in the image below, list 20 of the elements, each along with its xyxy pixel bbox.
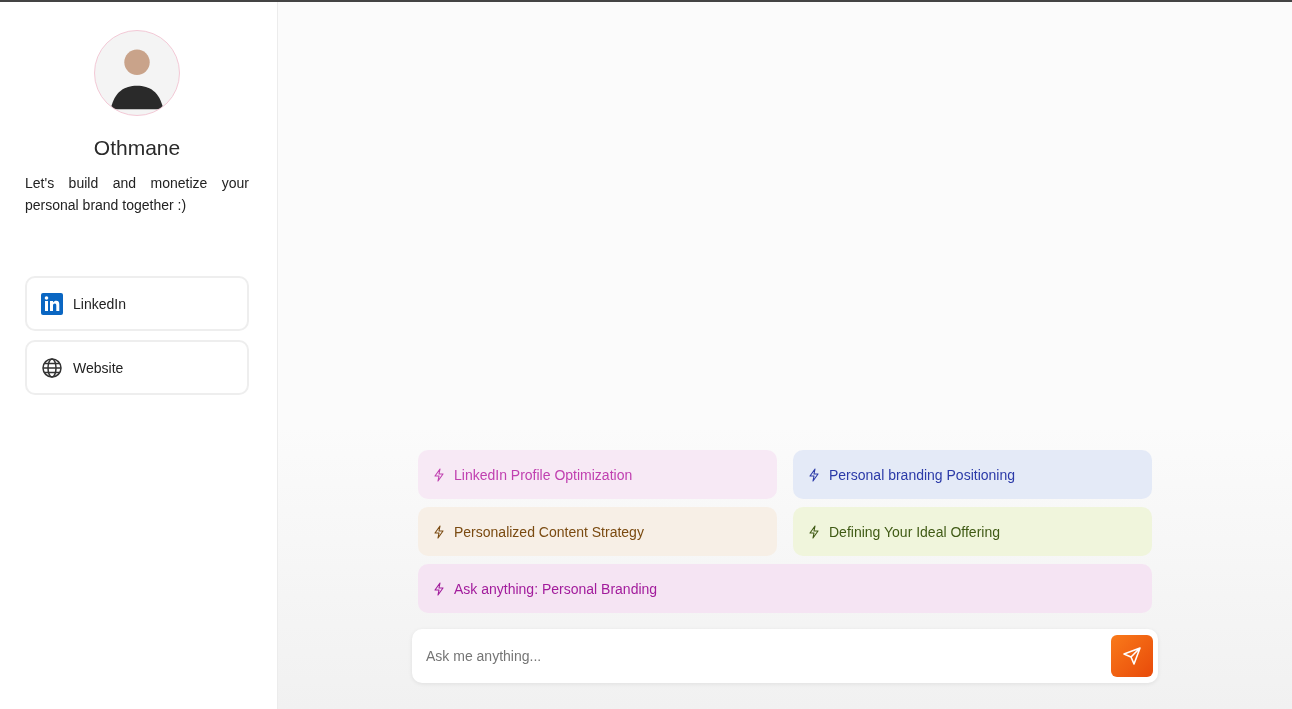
lightning-icon <box>432 524 446 539</box>
lightning-icon <box>432 581 446 596</box>
globe-icon <box>41 356 63 379</box>
linkedin-link[interactable]: LinkedIn <box>25 276 249 331</box>
suggestion-chip[interactable]: Ask anything: Personal Branding <box>418 564 1152 613</box>
lightning-icon <box>807 524 821 539</box>
website-link[interactable]: Website <box>25 340 249 395</box>
send-icon <box>1122 646 1142 666</box>
suggestion-chip[interactable]: LinkedIn Profile Optimization <box>418 450 777 499</box>
suggestion-chip[interactable]: Personalized Content Strategy <box>418 507 777 556</box>
linkedin-icon <box>41 292 63 315</box>
profile-bio: Let's build and monetize your personal brand together :) <box>25 174 249 215</box>
suggestion-chip[interactable]: Personal branding Positioning <box>793 450 1152 499</box>
send-button[interactable] <box>1111 635 1153 677</box>
profile-name: Othmane <box>93 136 181 160</box>
lightning-icon <box>807 467 821 482</box>
chat-bar[interactable]: Ask me anything... <box>412 629 1158 683</box>
suggestion-chip[interactable]: Defining Your Ideal Offering <box>793 507 1152 556</box>
lightning-icon <box>432 467 446 482</box>
chat-input-field[interactable]: Ask me anything... <box>424 647 1111 665</box>
